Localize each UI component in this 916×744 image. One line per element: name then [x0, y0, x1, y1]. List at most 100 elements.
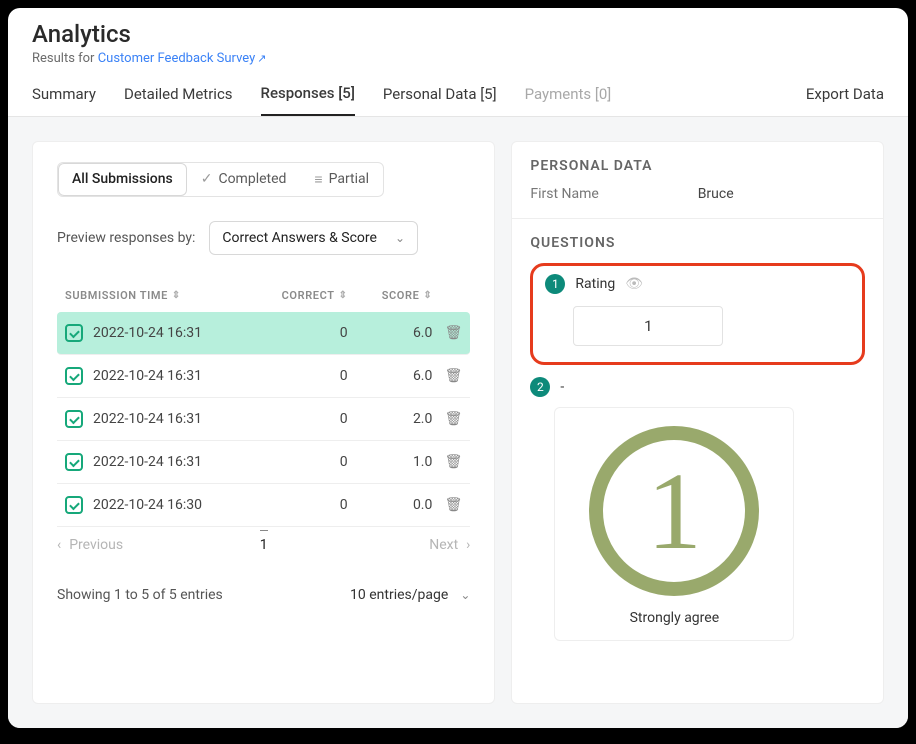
preview-label: Preview responses by:: [57, 230, 195, 246]
page-subtitle: Results for Customer Feedback Survey↗: [32, 51, 884, 66]
preview-row: Preview responses by: Correct Answers & …: [57, 221, 470, 255]
submission-icon: [65, 496, 83, 514]
cell-correct: 0: [253, 454, 347, 470]
sort-icon: ⇕: [423, 290, 432, 301]
pager-prev-label: Previous: [69, 537, 123, 553]
col-correct-label: CORRECT: [282, 289, 335, 302]
question-1-answer: 1: [573, 306, 723, 346]
trash-icon: 🗑: [445, 497, 463, 513]
cell-correct: 0: [253, 411, 347, 427]
col-correct[interactable]: CORRECT⇕: [253, 289, 347, 302]
preview-select[interactable]: Correct Answers & Score ⌄: [209, 221, 418, 255]
cell-score: 6.0: [348, 368, 433, 384]
table-row[interactable]: 2022-10-24 16:31 0 6.0 🗑: [57, 312, 470, 355]
chevron-down-icon: ⌄: [460, 588, 470, 602]
delete-button[interactable]: 🗑: [432, 368, 462, 384]
personal-data-row: First Name Bruce: [530, 186, 865, 218]
question-2-header: 2 -: [530, 377, 865, 397]
cell-time: 2022-10-24 16:30: [65, 496, 253, 514]
entries-per-page-select[interactable]: 10 entries/page ⌄: [350, 587, 470, 603]
chevron-left-icon: ‹: [57, 537, 61, 553]
cell-time-text: 2022-10-24 16:30: [93, 497, 202, 513]
cell-score: 1.0: [348, 454, 433, 470]
cell-time: 2022-10-24 16:31: [65, 410, 253, 428]
table-header: SUBMISSION TIME⇕ CORRECT⇕ SCORE⇕: [57, 279, 470, 312]
question-1-label: Rating: [575, 276, 615, 292]
cell-correct: 0: [253, 368, 347, 384]
cell-time-text: 2022-10-24 16:31: [93, 411, 202, 427]
app-window: Analytics Results for Customer Feedback …: [8, 8, 908, 728]
col-actions: [432, 289, 462, 302]
rating-value: 1: [647, 456, 702, 566]
rating-circle-icon: 1: [589, 426, 759, 596]
entries-label: 10 entries/page: [350, 587, 448, 603]
survey-link[interactable]: Customer Feedback Survey↗: [98, 51, 267, 66]
cell-correct: 0: [253, 325, 347, 341]
trash-icon: 🗑: [445, 454, 463, 470]
trash-icon: 🗑: [445, 411, 463, 427]
chevron-down-icon: ⌄: [395, 231, 405, 245]
preview-select-text: Correct Answers & Score: [222, 230, 377, 246]
first-name-label: First Name: [530, 186, 697, 202]
first-name-value: Bruce: [698, 186, 865, 202]
question-2-label: -: [560, 379, 564, 395]
tab-summary[interactable]: Summary: [32, 75, 96, 115]
tab-detailed-metrics[interactable]: Detailed Metrics: [124, 75, 233, 115]
tab-export-data[interactable]: Export Data: [806, 75, 884, 115]
cell-score: 6.0: [348, 325, 433, 341]
submission-icon: [65, 367, 83, 385]
cell-correct: 0: [253, 497, 347, 513]
cell-time-text: 2022-10-24 16:31: [93, 368, 202, 384]
pager-next[interactable]: Next ›: [333, 537, 471, 553]
filter-partial-label: Partial: [329, 171, 369, 187]
col-submission-time[interactable]: SUBMISSION TIME⇕: [65, 289, 253, 302]
page-header: Analytics Results for Customer Feedback …: [8, 8, 908, 74]
cell-time: 2022-10-24 16:31: [65, 367, 253, 385]
table-row[interactable]: 2022-10-24 16:31 0 2.0 🗑: [57, 398, 470, 441]
table-row[interactable]: 2022-10-24 16:30 0 0.0 🗑: [57, 484, 470, 527]
delete-button[interactable]: 🗑: [432, 454, 462, 470]
question-1-header: 1 Rating 👁: [545, 274, 850, 294]
col-score[interactable]: SCORE⇕: [348, 289, 433, 302]
submission-icon: [65, 453, 83, 471]
tab-bar: Summary Detailed Metrics Responses [5] P…: [8, 74, 908, 117]
chevron-right-icon: ›: [466, 537, 470, 553]
filter-completed[interactable]: ✓ Completed: [187, 163, 301, 196]
table-row[interactable]: 2022-10-24 16:31 0 1.0 🗑: [57, 441, 470, 484]
external-link-icon: ↗: [257, 52, 266, 65]
personal-data-heading: PERSONAL DATA: [530, 158, 865, 174]
pager-prev[interactable]: ‹ Previous: [57, 537, 195, 553]
table-row[interactable]: 2022-10-24 16:31 0 6.0 🗑: [57, 355, 470, 398]
cell-time: 2022-10-24 16:31: [65, 324, 253, 342]
tab-responses[interactable]: Responses [5]: [261, 74, 355, 116]
content-area: All Submissions ✓ Completed ≡ Partial Pr…: [8, 117, 908, 728]
trash-icon: 🗑: [445, 368, 463, 384]
filter-completed-label: Completed: [218, 171, 286, 187]
delete-button[interactable]: 🗑: [432, 497, 462, 513]
delete-button[interactable]: 🗑: [432, 411, 462, 427]
responses-panel: All Submissions ✓ Completed ≡ Partial Pr…: [32, 141, 495, 704]
col-time-label: SUBMISSION TIME: [65, 289, 168, 302]
pager-page-number[interactable]: 1: [260, 530, 268, 553]
eye-off-icon: 👁: [625, 276, 643, 292]
questions-heading: QUESTIONS: [530, 235, 865, 251]
pager-next-label: Next: [429, 537, 458, 553]
question-1-highlight: 1 Rating 👁 1: [530, 263, 865, 365]
submission-icon: [65, 410, 83, 428]
tab-personal-data[interactable]: Personal Data [5]: [383, 75, 497, 115]
responses-table: SUBMISSION TIME⇕ CORRECT⇕ SCORE⇕ 2022-10…: [57, 279, 470, 527]
col-score-label: SCORE: [382, 289, 420, 302]
results-for-text: Results for: [32, 51, 98, 66]
filter-partial[interactable]: ≡ Partial: [300, 163, 383, 196]
cell-time: 2022-10-24 16:31: [65, 453, 253, 471]
page-title: Analytics: [32, 20, 884, 49]
question-2-number-badge: 2: [530, 377, 550, 397]
rating-caption: Strongly agree: [573, 610, 775, 626]
delete-button[interactable]: 🗑: [432, 325, 462, 341]
cell-score: 2.0: [348, 411, 433, 427]
cell-time-text: 2022-10-24 16:31: [93, 454, 202, 470]
lines-icon: ≡: [314, 171, 322, 188]
detail-panel: PERSONAL DATA First Name Bruce QUESTIONS…: [511, 141, 884, 704]
filter-all-submissions[interactable]: All Submissions: [58, 163, 187, 196]
tab-payments[interactable]: Payments [0]: [525, 75, 612, 115]
